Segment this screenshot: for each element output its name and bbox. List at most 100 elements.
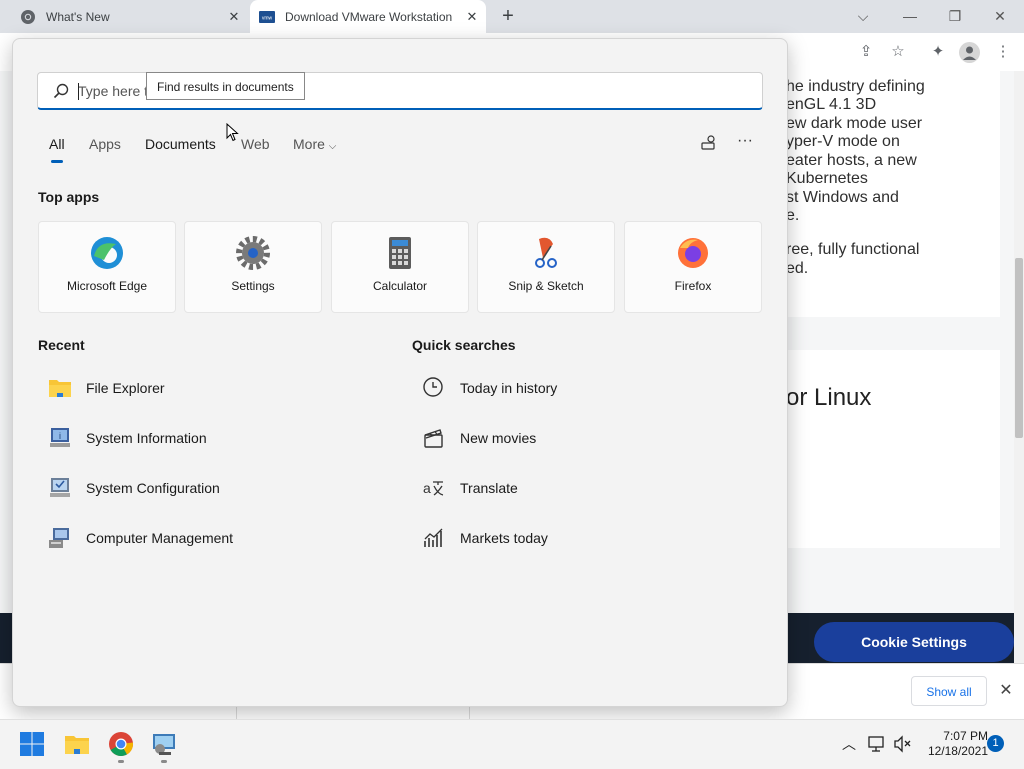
recent-item-label: Computer Management [86,530,234,546]
restore-icon[interactable]: ❐ [940,4,970,28]
vmware-icon: vmw [259,10,275,23]
profile-icon[interactable] [959,42,980,63]
tab-apps[interactable]: Apps [89,136,121,152]
tab-whats-new[interactable]: What's New ✕ [10,0,248,33]
app-tile-microsoft-edge[interactable]: Microsoft Edge [38,221,176,313]
tab-web[interactable]: Web [241,136,270,152]
search-icon [53,83,69,99]
close-tab-icon[interactable]: ✕ [226,9,242,25]
quick-search-new-movies[interactable]: New movies [422,418,752,458]
recent-item-file-explorer[interactable]: File Explorer [48,368,378,408]
running-indicator [118,760,124,763]
active-tab-indicator [51,160,63,163]
quick-search-markets-today[interactable]: Markets today [422,518,752,558]
system-information-icon: i [50,428,70,447]
tab-more[interactable]: More ⌵ [293,136,336,152]
close-tab-icon[interactable]: ✕ [464,9,480,25]
more-options-icon[interactable]: ··· [735,133,755,152]
app-label: Settings [231,279,275,293]
recent-item-computer-management[interactable]: Computer Management [48,518,378,558]
close-download-bar-icon[interactable]: ✕ [997,680,1015,700]
tooltip: Find results in documents [146,72,305,100]
cookie-settings-button[interactable]: Cookie Settings [814,622,1014,662]
tab-all[interactable]: All [49,136,65,152]
chrome-icon[interactable] [108,731,134,757]
tab-documents[interactable]: Documents [145,136,216,152]
recent-item-system-information[interactable]: i System Information [48,418,378,458]
app-label: Microsoft Edge [66,279,148,293]
edge-icon [91,237,123,269]
share-icon[interactable]: ⇪ [856,42,876,62]
quick-search-today-in-history[interactable]: Today in history [422,368,752,408]
tab-download-vmware[interactable]: vmw Download VMware Workstation ✕ [250,0,486,33]
settings-gear-icon [236,236,270,270]
page-text-line: he industry defining [786,78,925,95]
svg-text:a: a [423,480,431,496]
clock-date: 12/18/2021 [927,744,988,758]
quick-search-translate[interactable]: a Translate [422,468,752,508]
quick-search-label: Markets today [460,530,548,546]
scrollbar-thumb[interactable] [1015,258,1023,438]
clock-icon [423,377,443,397]
recent-item-system-configuration[interactable]: System Configuration [48,468,378,508]
page-text-line: st Windows and [786,189,899,206]
recent-title: Recent [38,337,85,353]
tab-more-label: More [293,136,325,152]
page-text-line: e. [786,207,800,224]
tab-title: What's New [46,9,110,24]
quick-searches-title: Quick searches [412,337,516,353]
clock-time: 7:07 PM [943,729,988,743]
app-label: Calculator [372,279,428,293]
volume-muted-icon[interactable] [893,735,913,753]
app-label: Snip & Sketch [508,279,584,293]
chrome-icon [21,9,35,24]
menu-icon[interactable]: ⋮ [993,42,1013,62]
file-explorer-icon[interactable] [64,731,90,757]
clapperboard-icon [424,429,443,448]
quick-search-label: New movies [460,430,537,446]
recent-item-label: File Explorer [86,380,165,396]
vmware-installer-icon[interactable] [151,731,177,757]
chevron-up-icon[interactable]: ︿ [841,736,857,752]
chart-icon [424,528,443,547]
star-icon[interactable]: ☆ [888,42,908,62]
mouse-pointer-icon [226,123,239,142]
firefox-icon [678,238,708,268]
system-configuration-icon [50,478,70,497]
page-heading: or Linux [786,384,872,411]
system-clock[interactable]: 7:07 PM 12/18/2021 [918,729,988,759]
calculator-icon [389,237,411,269]
page-text-line: ew dark mode user [786,115,923,132]
text-caret [78,83,79,100]
extensions-icon[interactable]: ✦ [928,42,948,62]
page-text-line: yper-V mode on [786,133,900,150]
app-tile-firefox[interactable]: Firefox [624,221,762,313]
close-window-icon[interactable]: ✕ [985,4,1015,28]
app-label: Firefox [674,279,712,293]
app-tile-calculator[interactable]: Calculator [331,221,469,313]
app-tile-settings[interactable]: Settings [184,221,322,313]
running-indicator [161,760,167,763]
quick-search-label: Translate [460,480,518,496]
page-text-line: enGL 4.1 3D [786,96,877,113]
notification-badge[interactable]: 1 [987,735,1004,752]
computer-management-icon [49,528,69,548]
quick-search-label: Today in history [460,380,558,396]
page-text-line: eater hosts, a new [786,152,917,169]
page-text-line: ed. [786,260,809,277]
chevron-down-icon[interactable]: ⌵ [848,4,878,28]
show-all-downloads-button[interactable]: Show all [911,676,987,706]
recent-item-label: System Configuration [86,480,220,496]
folder-icon [49,380,71,397]
account-switch-icon[interactable] [699,134,719,152]
svg-text:i: i [59,431,61,441]
page-text-line: ree, fully functional [786,241,920,258]
app-tile-snip-sketch[interactable]: Snip & Sketch [477,221,615,313]
page-text-line: Kubernetes [786,170,868,187]
top-apps-title: Top apps [38,189,100,205]
network-icon[interactable] [867,735,887,753]
windows-start-icon[interactable] [19,731,45,757]
tab-title: Download VMware Workstation [285,9,453,24]
minimize-icon[interactable]: — [895,4,925,28]
new-tab-button[interactable]: + [497,6,519,28]
